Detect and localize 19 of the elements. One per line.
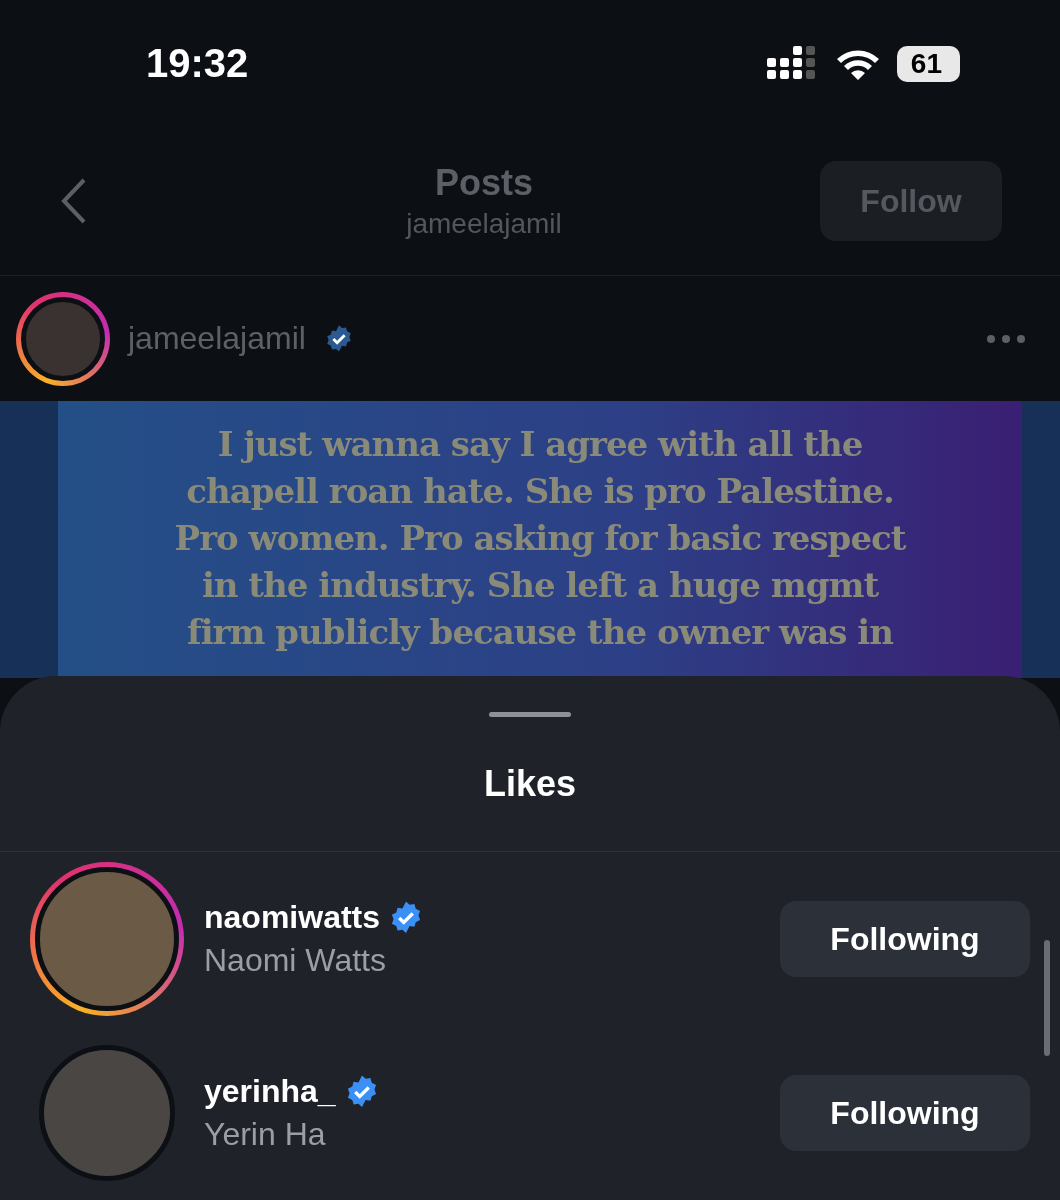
post-text-line: chapell roan hate. She is pro Palestine. (186, 470, 894, 514)
drag-handle[interactable] (489, 712, 571, 717)
post-text-line: firm publicly because the owner was in (187, 611, 893, 655)
username[interactable]: yerinha_ (204, 1073, 336, 1110)
battery-level: 61 (896, 45, 960, 82)
following-button[interactable]: Following (780, 901, 1030, 977)
back-icon[interactable] (60, 177, 88, 226)
sheet-title: Likes (483, 763, 577, 805)
post-text-line: Pro women. Pro asking for basic respect (174, 517, 906, 561)
header-subtitle: jameelajamil (406, 208, 562, 241)
username[interactable]: naomiwatts (204, 899, 381, 936)
clock-time: 19:32 (146, 41, 249, 87)
post-text-line: I just wanna say I agree with all the (217, 423, 863, 467)
more-options-icon[interactable] (986, 333, 1026, 344)
following-button[interactable]: Following (780, 1075, 1030, 1151)
full-name: Naomi Watts (204, 942, 387, 979)
full-name: Yerin Ha (204, 1116, 327, 1153)
post-text-line: in the industry. She left a huge mgmt (201, 564, 879, 608)
header-title: Posts (434, 162, 533, 205)
